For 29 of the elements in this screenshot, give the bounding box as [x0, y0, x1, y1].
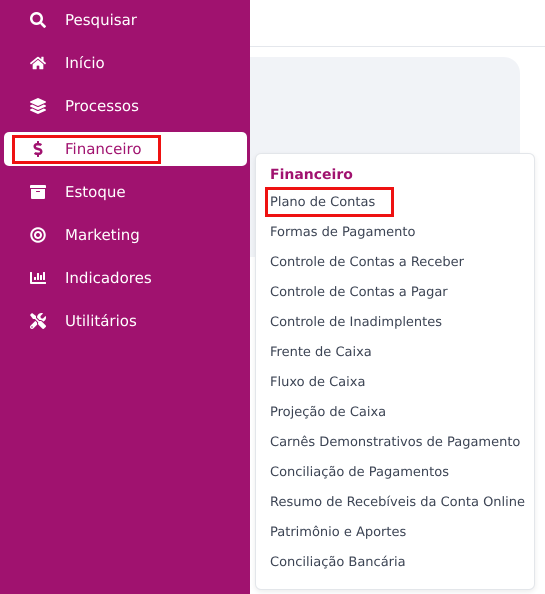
archive-box-icon [30, 184, 46, 200]
menu-item[interactable]: Controle de Contas a Pagar [265, 277, 467, 307]
menu-item[interactable]: Formas de Pagamento [265, 217, 434, 247]
menu-item[interactable]: Conciliação de Pagamentos [265, 457, 468, 487]
sidebar-item[interactable]: Início [4, 46, 247, 80]
menu-item[interactable]: Carnês Demonstrativos de Pagamento [265, 427, 540, 457]
layers-icon [30, 98, 46, 114]
menu-item[interactable]: Fluxo de Caixa [265, 367, 384, 397]
home-icon [30, 55, 46, 71]
sidebar-item[interactable]: Marketing [4, 218, 247, 252]
menu-item[interactable]: Conciliação Bancária [265, 547, 425, 577]
menu-item[interactable]: Projeção de Caixa [265, 397, 406, 427]
menu-item[interactable]: Plano de Contas [265, 187, 394, 217]
bar-chart-icon [30, 270, 46, 286]
tools-icon [30, 313, 46, 329]
menu-item[interactable]: Frente de Caixa [265, 337, 391, 367]
menu-item[interactable]: Controle de Contas a Receber [265, 247, 484, 277]
sidebar-item[interactable]: Financeiro [4, 132, 247, 166]
sidebar-item[interactable]: Pesquisar [4, 3, 247, 37]
search-icon [30, 12, 46, 28]
menu-title: Financeiro [269, 167, 353, 185]
sidebar-item[interactable]: Processos [4, 89, 247, 123]
sidebar-item[interactable]: Indicadores [4, 261, 247, 295]
menu-item[interactable]: Controle de Inadimplentes [265, 307, 462, 337]
sidebar-item[interactable]: Utilitários [4, 304, 247, 338]
menu-item[interactable]: Resumo de Recebíveis da Conta Online [265, 487, 544, 517]
sidebar-item[interactable]: Estoque [4, 175, 247, 209]
target-icon [30, 227, 46, 243]
menu-item[interactable]: Patrimônio e Aportes [265, 517, 426, 547]
